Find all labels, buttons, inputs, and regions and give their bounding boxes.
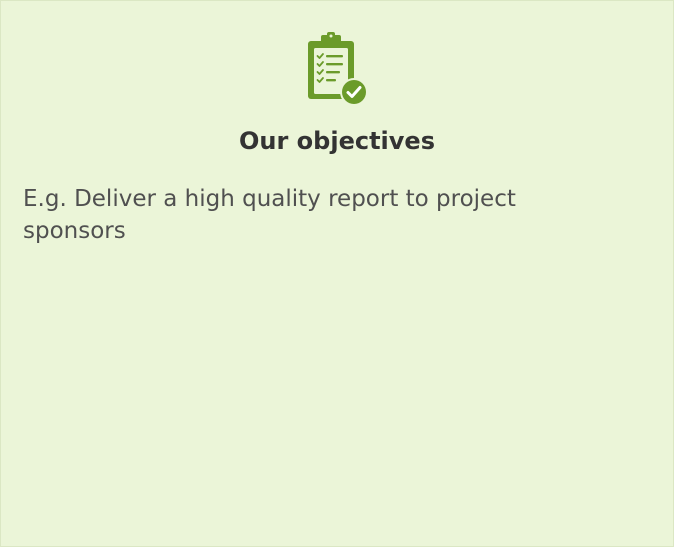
card-title: Our objectives [239, 127, 435, 155]
objective-text[interactable]: E.g. Deliver a high quality report to pr… [23, 183, 623, 247]
objectives-card: Our objectives E.g. Deliver a high quali… [0, 0, 674, 547]
card-header: Our objectives [1, 1, 673, 156]
clipboard-check-icon [305, 32, 369, 108]
